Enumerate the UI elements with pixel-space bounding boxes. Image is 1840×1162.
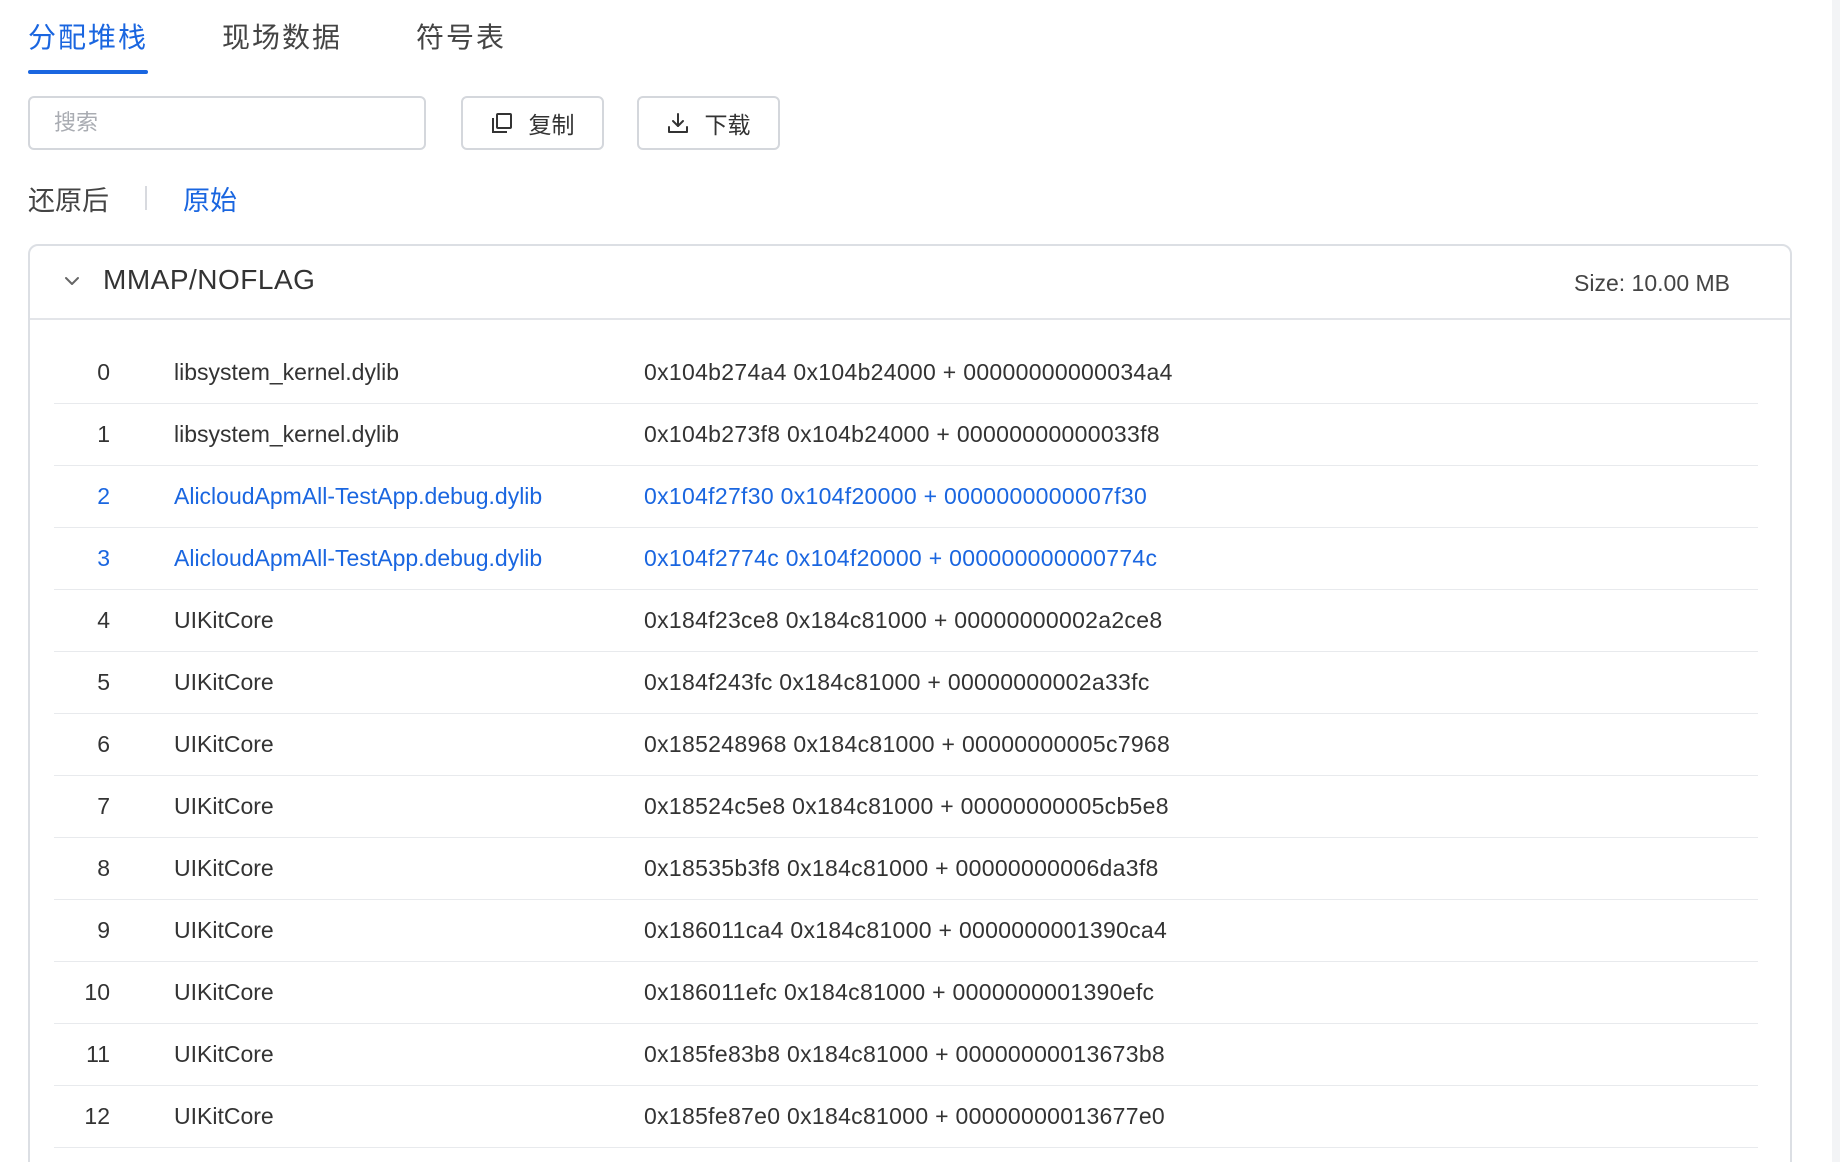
frame-row: 7 UIKitCore 0x18524c5e8 0x184c81000 + 00… (54, 776, 1758, 838)
stack-panel: MMAP/NOFLAG Size: 10.00 MB 0 libsystem_k… (28, 244, 1792, 1162)
frame-address-link[interactable]: 0x104f27f30 0x104f20000 + 0000000000007f… (644, 483, 1147, 510)
frame-row: 12 UIKitCore 0x185fe87e0 0x184c81000 + 0… (54, 1086, 1758, 1148)
frame-address: 0x184f243fc 0x184c81000 + 00000000002a33… (644, 669, 1150, 695)
view-original-option[interactable]: 原始 (183, 179, 237, 218)
copy-button-label: 复制 (528, 113, 575, 139)
frame-index: 7 (97, 793, 110, 819)
frame-index: 3 (97, 545, 110, 571)
frame-address: 0x18524c5e8 0x184c81000 + 00000000005cb5… (644, 793, 1169, 819)
frame-row: 1 libsystem_kernel.dylib 0x104b273f8 0x1… (54, 404, 1758, 466)
frame-index: 0 (97, 359, 110, 385)
frame-index: 10 (84, 979, 110, 1005)
page: 分配堆栈 现场数据 符号表 复制 下载 还原后 原始 (0, 0, 1840, 1162)
toggle-divider (145, 186, 147, 210)
chevron-down-icon[interactable] (64, 274, 80, 292)
frame-row: 5 UIKitCore 0x184f243fc 0x184c81000 + 00… (54, 652, 1758, 714)
frame-address: 0x186011ca4 0x184c81000 + 0000000001390c… (644, 917, 1168, 943)
panel-header[interactable]: MMAP/NOFLAG Size: 10.00 MB (30, 246, 1790, 320)
frame-row: 8 UIKitCore 0x18535b3f8 0x184c81000 + 00… (54, 838, 1758, 900)
frame-index: 8 (97, 855, 110, 881)
frame-index: 12 (84, 1103, 110, 1129)
frame-index: 4 (97, 607, 110, 633)
search-input[interactable] (28, 96, 426, 150)
frame-library: UIKitCore (174, 855, 274, 881)
frame-list: 0 libsystem_kernel.dylib 0x104b274a4 0x1… (54, 342, 1758, 1148)
frame-library: UIKitCore (174, 793, 274, 819)
frame-library: UIKitCore (174, 1103, 274, 1129)
download-button[interactable]: 下载 (637, 96, 780, 150)
frame-library: UIKitCore (174, 669, 274, 695)
frame-library: UIKitCore (174, 731, 274, 757)
frame-address: 0x104b273f8 0x104b24000 + 00000000000033… (644, 421, 1160, 447)
panel-size: Size: 10.00 MB (1574, 270, 1730, 296)
frame-address-link[interactable]: 0x104f2774c 0x104f20000 + 00000000000077… (644, 545, 1157, 572)
frame-library: UIKitCore (174, 917, 274, 943)
frame-index: 9 (97, 917, 110, 943)
frame-row-app[interactable]: 2 AlicloudApmAll-TestApp.debug.dylib 0x1… (54, 466, 1758, 528)
frame-row: 0 libsystem_kernel.dylib 0x104b274a4 0x1… (54, 342, 1758, 404)
view-toggle: 还原后 原始 (28, 178, 237, 218)
page-scrollbar[interactable] (1832, 0, 1840, 1162)
download-button-label: 下载 (704, 113, 751, 139)
tab-bar: 分配堆栈 现场数据 符号表 (28, 0, 580, 74)
frame-library-link[interactable]: AlicloudApmAll-TestApp.debug.dylib (174, 545, 542, 572)
frame-library: UIKitCore (174, 607, 274, 633)
frame-library: UIKitCore (174, 1041, 274, 1067)
tab-live-data[interactable]: 现场数据 (222, 0, 342, 74)
tab-symbol-table[interactable]: 符号表 (416, 0, 506, 74)
frame-library-link[interactable]: AlicloudApmAll-TestApp.debug.dylib (174, 483, 542, 510)
frame-row: 11 UIKitCore 0x185fe83b8 0x184c81000 + 0… (54, 1024, 1758, 1086)
download-icon (667, 112, 689, 134)
frame-address: 0x186011efc 0x184c81000 + 0000000001390e… (644, 979, 1155, 1005)
frame-index: 2 (97, 483, 110, 509)
copy-icon (491, 112, 513, 134)
frame-address: 0x184f23ce8 0x184c81000 + 00000000002a2c… (644, 607, 1163, 633)
frame-index: 11 (86, 1041, 110, 1067)
frame-row: 9 UIKitCore 0x186011ca4 0x184c81000 + 00… (54, 900, 1758, 962)
frame-index: 6 (97, 731, 110, 757)
panel-title: MMAP/NOFLAG (103, 264, 316, 295)
frame-address: 0x185fe83b8 0x184c81000 + 00000000013673… (644, 1041, 1166, 1067)
frame-row: 10 UIKitCore 0x186011efc 0x184c81000 + 0… (54, 962, 1758, 1024)
view-restored-option[interactable]: 还原后 (28, 179, 109, 218)
frame-library: UIKitCore (174, 979, 274, 1005)
frame-address: 0x185fe87e0 0x184c81000 + 00000000013677… (644, 1103, 1166, 1129)
frame-library: libsystem_kernel.dylib (174, 421, 399, 447)
frame-row: 6 UIKitCore 0x185248968 0x184c81000 + 00… (54, 714, 1758, 776)
frame-library: libsystem_kernel.dylib (174, 359, 399, 385)
frame-row: 4 UIKitCore 0x184f23ce8 0x184c81000 + 00… (54, 590, 1758, 652)
copy-button[interactable]: 复制 (461, 96, 604, 150)
frame-address: 0x104b274a4 0x104b24000 + 00000000000034… (644, 359, 1173, 385)
frame-index: 5 (97, 669, 110, 695)
tab-allocation-stack[interactable]: 分配堆栈 (28, 0, 149, 74)
frame-address: 0x185248968 0x184c81000 + 00000000005c79… (644, 731, 1171, 757)
frame-index: 1 (97, 421, 110, 447)
frame-address: 0x18535b3f8 0x184c81000 + 00000000006da3… (644, 855, 1159, 881)
frame-row-app[interactable]: 3 AlicloudApmAll-TestApp.debug.dylib 0x1… (54, 528, 1758, 590)
